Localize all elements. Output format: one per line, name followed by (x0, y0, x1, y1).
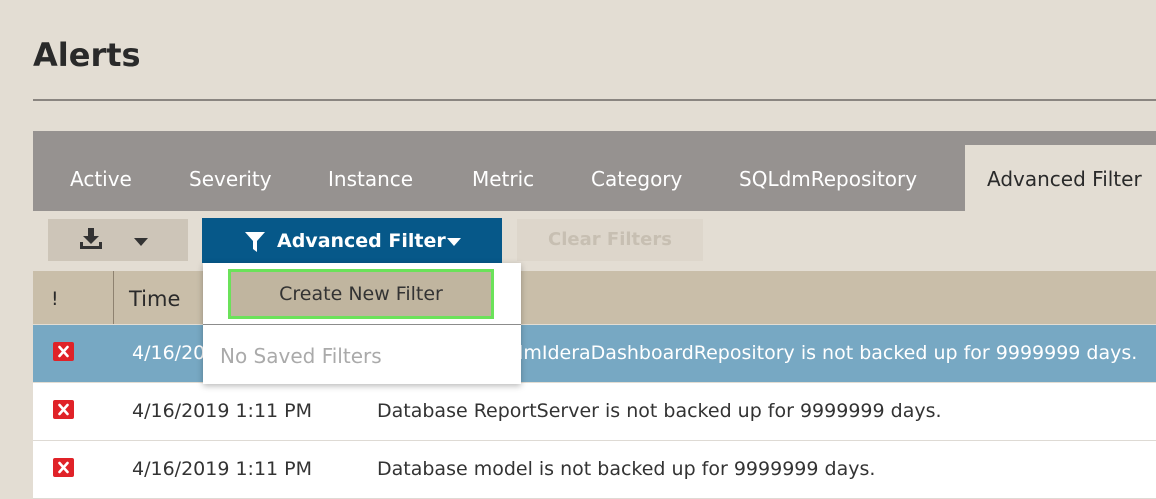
tab-active[interactable]: Active (70, 167, 132, 191)
table-row[interactable]: 4/16/2019 1:11 PM Database model is not … (33, 441, 1156, 499)
error-x-icon (53, 458, 74, 477)
error-x-icon (53, 342, 74, 361)
time-column-header[interactable]: Time (129, 287, 180, 311)
export-button[interactable] (48, 219, 188, 261)
caret-down-icon (447, 238, 461, 246)
download-icon (79, 228, 103, 250)
tab-advanced-filter[interactable]: Advanced Filter (965, 145, 1156, 211)
error-x-icon (53, 400, 74, 419)
advanced-filter-button[interactable]: Advanced Filter (202, 218, 502, 263)
row-message: Database ReportServer is not backed up f… (377, 400, 942, 422)
column-divider (113, 271, 114, 324)
title-divider (33, 99, 1156, 101)
tab-metric[interactable]: Metric (472, 167, 534, 191)
row-message: Database model is not backed up for 9999… (377, 458, 876, 480)
no-saved-filters-text: No Saved Filters (220, 344, 382, 368)
advanced-filter-label: Advanced Filter (277, 230, 446, 252)
table-row[interactable]: 4/16/2019 1:11 PM Database SQLdmIderaDas… (33, 325, 1156, 382)
severity-column-header[interactable]: ! (51, 288, 59, 310)
row-time: 4/16/2019 1:11 PM (132, 400, 313, 422)
filter-funnel-icon (245, 232, 265, 252)
grid-header: ! Time (33, 271, 1156, 324)
page-title: Alerts (33, 36, 141, 74)
table-row[interactable]: 4/16/2019 1:11 PM Database ReportServer … (33, 383, 1156, 441)
dropdown-divider (203, 324, 521, 325)
clear-filters-button[interactable]: Clear Filters (517, 219, 703, 261)
row-time: 4/16/2019 1:11 PM (132, 458, 313, 480)
caret-down-icon (134, 238, 148, 246)
alerts-page: Alerts Active Severity Instance Metric C… (0, 0, 1156, 499)
tab-severity[interactable]: Severity (189, 167, 272, 191)
advanced-filter-dropdown-menu: Create New Filter No Saved Filters (203, 263, 521, 384)
tab-sqldmrepository[interactable]: SQLdmRepository (739, 167, 917, 191)
tab-category[interactable]: Category (591, 167, 682, 191)
tab-instance[interactable]: Instance (328, 167, 413, 191)
create-new-filter-button[interactable]: Create New Filter (228, 269, 494, 319)
